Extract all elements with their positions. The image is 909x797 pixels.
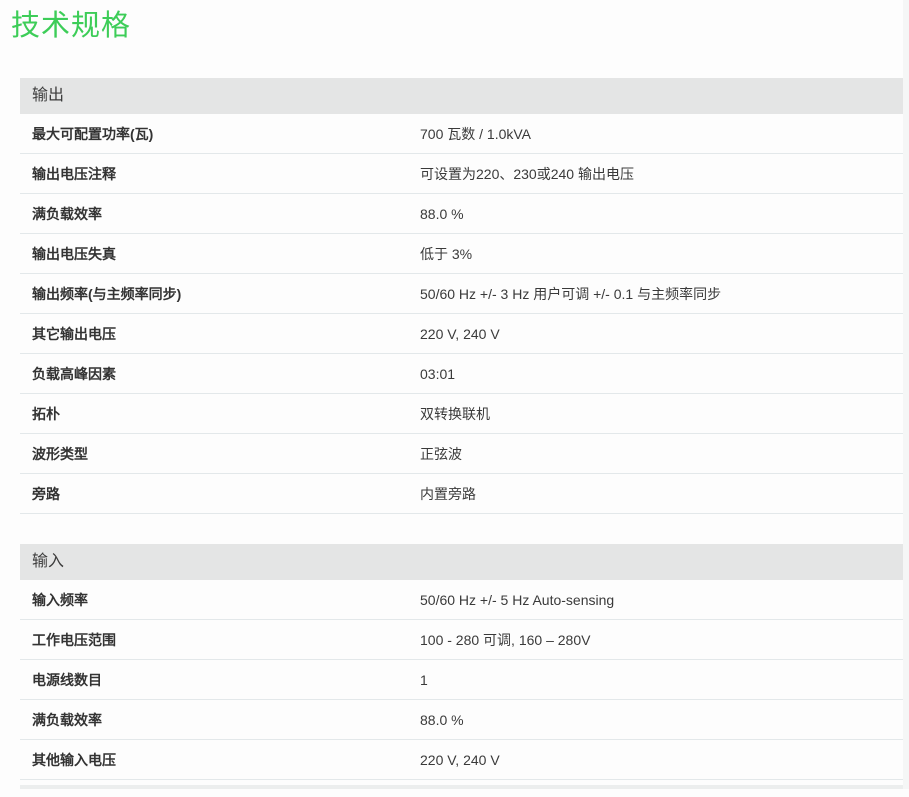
section-rows: 输入频率 50/60 Hz +/- 5 Hz Auto-sensing 工作电压… [20,580,903,780]
spec-value: 88.0 % [420,206,903,222]
spec-value: 100 - 280 可调, 160 – 280V [420,630,903,650]
spec-row: 满负载效率 88.0 % [20,194,903,234]
spec-row: 满负载效率 88.0 % [20,700,903,740]
spec-row: 输入频率 50/60 Hz +/- 5 Hz Auto-sensing [20,580,903,620]
spec-row: 波形类型 正弦波 [20,434,903,474]
spec-row: 输出电压注释 可设置为220、230或240 输出电压 [20,154,903,194]
specs-page: 技术规格 输出 最大可配置功率(瓦) 700 瓦数 / 1.0kVA 输出电压注… [0,8,909,789]
spec-label: 输出电压注释 [20,164,420,184]
spec-label: 满负载效率 [20,710,420,730]
spec-label: 其他输入电压 [20,750,420,770]
spec-value: 50/60 Hz +/- 3 Hz 用户可调 +/- 0.1 与主频率同步 [420,284,903,304]
spec-row: 负载高峰因素 03:01 [20,354,903,394]
spec-label: 负载高峰因素 [20,364,420,384]
spec-value: 正弦波 [420,444,903,464]
spec-label: 工作电压范围 [20,630,420,650]
spec-row: 其它输出电压 220 V, 240 V [20,314,903,354]
spec-label: 输入频率 [20,590,420,610]
spec-tables: 输出 最大可配置功率(瓦) 700 瓦数 / 1.0kVA 输出电压注释 可设置… [20,78,903,780]
spec-label: 输出频率(与主频率同步) [20,284,420,304]
spec-label: 满负载效率 [20,204,420,224]
spec-value: 双转换联机 [420,404,903,424]
spec-section: 输出 最大可配置功率(瓦) 700 瓦数 / 1.0kVA 输出电压注释 可设置… [20,78,903,514]
spec-value: 88.0 % [420,712,903,728]
section-header: 输入 [20,544,903,580]
spec-row: 其他输入电压 220 V, 240 V [20,740,903,780]
spec-label: 波形类型 [20,444,420,464]
next-section-header-partial [20,785,903,789]
spec-row: 拓朴 双转换联机 [20,394,903,434]
page-title: 技术规格 [11,8,909,44]
spec-row: 输出频率(与主频率同步) 50/60 Hz +/- 3 Hz 用户可调 +/- … [20,274,903,314]
spec-label: 拓朴 [20,404,420,424]
spec-value: 220 V, 240 V [420,326,903,342]
spec-row: 电源线数目 1 [20,660,903,700]
spec-value: 220 V, 240 V [420,752,903,768]
spec-row: 旁路 内置旁路 [20,474,903,514]
spec-value: 03:01 [420,366,903,382]
section-header: 输出 [20,78,903,114]
spec-value: 700 瓦数 / 1.0kVA [420,124,903,144]
spec-row: 最大可配置功率(瓦) 700 瓦数 / 1.0kVA [20,114,903,154]
spec-label: 输出电压失真 [20,244,420,264]
spec-row: 输出电压失真 低于 3% [20,234,903,274]
spec-label: 其它输出电压 [20,324,420,344]
spec-value: 可设置为220、230或240 输出电压 [420,164,903,184]
scrollbar-track[interactable] [903,0,909,789]
spec-row: 工作电压范围 100 - 280 可调, 160 – 280V [20,620,903,660]
spec-label: 最大可配置功率(瓦) [20,124,420,144]
spec-label: 旁路 [20,484,420,504]
spec-value: 1 [420,672,903,688]
spec-section: 输入 输入频率 50/60 Hz +/- 5 Hz Auto-sensing 工… [20,544,903,780]
spec-label: 电源线数目 [20,670,420,690]
spec-value: 50/60 Hz +/- 5 Hz Auto-sensing [420,592,903,608]
spec-value: 内置旁路 [420,484,903,504]
spec-value: 低于 3% [420,244,903,264]
section-rows: 最大可配置功率(瓦) 700 瓦数 / 1.0kVA 输出电压注释 可设置为22… [20,114,903,514]
